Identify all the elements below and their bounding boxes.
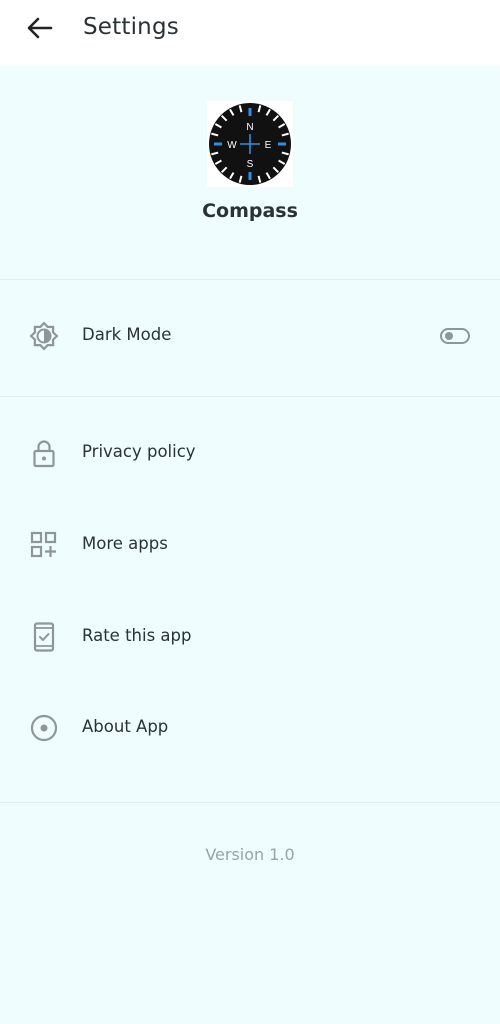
dark-mode-row[interactable]: Dark Mode	[0, 306, 500, 366]
phone-check-icon	[28, 621, 60, 653]
brightness-icon	[28, 320, 60, 352]
divider	[0, 802, 500, 803]
more-apps-label: More apps	[82, 534, 168, 553]
page-title: Settings	[83, 14, 179, 40]
rate-app-label: Rate this app	[82, 626, 192, 645]
arrow-left-icon	[27, 17, 53, 39]
compass-west-label: W	[227, 140, 237, 151]
more-apps-row[interactable]: More apps	[0, 515, 500, 575]
divider	[0, 396, 500, 397]
back-button[interactable]	[20, 8, 60, 48]
divider	[0, 279, 500, 280]
lock-icon	[28, 437, 60, 469]
dark-mode-label: Dark Mode	[82, 325, 172, 344]
about-app-row[interactable]: About App	[0, 698, 500, 758]
about-app-label: About App	[82, 717, 169, 736]
dark-mode-toggle[interactable]	[440, 328, 470, 344]
grid-plus-icon	[28, 529, 60, 561]
app-name: Compass	[202, 200, 298, 222]
compass-north-label: N	[246, 122, 253, 133]
compass-east-label: E	[265, 140, 272, 151]
app-header: N E S W Compass	[0, 66, 500, 279]
app-bar: Settings	[0, 0, 500, 66]
radio-dot-icon	[28, 712, 60, 744]
rate-app-row[interactable]: Rate this app	[0, 607, 500, 667]
compass-icon: N E S W	[209, 103, 291, 185]
version-text: Version 1.0	[205, 845, 295, 864]
privacy-policy-row[interactable]: Privacy policy	[0, 423, 500, 483]
toggle-knob	[445, 332, 453, 340]
compass-south-label: S	[247, 159, 254, 170]
privacy-policy-label: Privacy policy	[82, 442, 196, 461]
app-logo: N E S W	[207, 101, 293, 187]
